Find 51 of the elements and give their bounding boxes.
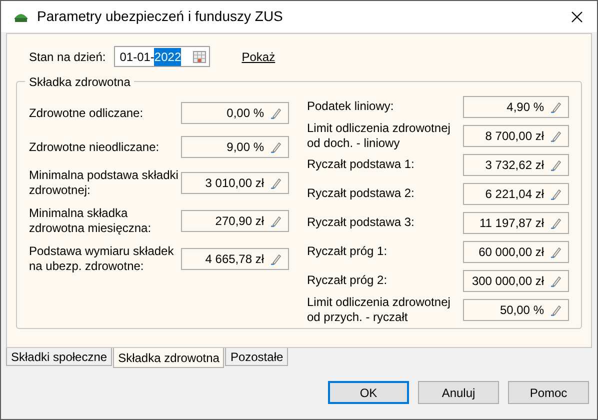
- value-field[interactable]: 6 221,04 zł: [463, 182, 569, 204]
- dialog-button[interactable]: OK: [328, 381, 409, 404]
- pencil-icon[interactable]: [270, 253, 282, 265]
- value-field[interactable]: 50,00 %: [463, 298, 569, 320]
- value-field[interactable]: 60 000,00 zł: [463, 240, 569, 262]
- field-label: Limit odliczenia zdrowotnej od doch. - liniowy: [307, 120, 452, 150]
- field-label: Ryczałt podstawa 3:: [307, 215, 416, 230]
- pencil-icon[interactable]: [550, 188, 562, 200]
- field-label: Zdrowotne nieodliczane:: [29, 140, 160, 154]
- value-field[interactable]: 300 000,00 zł: [463, 270, 569, 292]
- pencil-icon[interactable]: [270, 177, 282, 189]
- calendar-icon[interactable]: [192, 50, 206, 62]
- tab[interactable]: Składki społeczne: [6, 348, 112, 366]
- field-label: Podatek liniowy:: [307, 99, 395, 114]
- pencil-icon[interactable]: [550, 100, 562, 112]
- value-field[interactable]: 3 732,62 zł: [463, 154, 569, 176]
- tab[interactable]: Składka zdrowotna: [113, 348, 224, 368]
- show-link[interactable]: Pokaż: [242, 48, 276, 66]
- field-label: Minimalna podstawa składki zdrowotnej:: [29, 168, 180, 198]
- pencil-icon[interactable]: [270, 141, 282, 153]
- value-field[interactable]: 3 010,00 zł: [181, 172, 289, 194]
- close-icon[interactable]: [571, 10, 583, 22]
- field-label: Ryczałt podstawa 2:: [307, 186, 416, 201]
- field-label: Minimalna składka zdrowotna miesięczna:: [29, 206, 152, 236]
- value-field[interactable]: 270,90 zł: [181, 210, 289, 232]
- pencil-icon[interactable]: [550, 274, 562, 286]
- dialog-button[interactable]: Anuluj: [418, 381, 499, 404]
- field-label: Limit odliczenia zdrowotnej od przych. - ryczałt: [307, 294, 452, 324]
- field-label: Ryczałt próg 1:: [307, 244, 388, 259]
- value-field[interactable]: 4,90 %: [463, 96, 569, 118]
- value-field[interactable]: 4 665,78 zł: [181, 248, 289, 270]
- pencil-icon[interactable]: [550, 130, 562, 142]
- field-label: Ryczałt podstawa 1:: [307, 157, 416, 172]
- date-label: Stan na dzień:: [29, 48, 106, 66]
- pencil-icon[interactable]: [270, 107, 282, 119]
- value-field[interactable]: 9,00 %: [181, 136, 289, 158]
- window-title: Parametry ubezpieczeń i funduszy ZUS: [37, 7, 283, 26]
- pencil-icon[interactable]: [550, 158, 562, 170]
- field-label: Ryczałt próg 2:: [307, 273, 388, 288]
- tab[interactable]: Pozostałe: [225, 348, 288, 366]
- dialog-button[interactable]: Pomoc: [508, 381, 589, 404]
- field-label: Zdrowotne odliczane:: [29, 106, 144, 120]
- pencil-icon[interactable]: [550, 246, 562, 258]
- pencil-icon[interactable]: [550, 304, 562, 316]
- value-field[interactable]: 11 197,87 zł: [463, 212, 569, 234]
- date-field[interactable]: 01-01-2022: [114, 46, 210, 67]
- pencil-icon[interactable]: [270, 215, 282, 227]
- field-label: Podstawa wymiaru składek na ubezp. zdrowotne:: [29, 244, 175, 274]
- value-field[interactable]: 8 700,00 zł: [463, 124, 569, 146]
- pencil-icon[interactable]: [550, 216, 562, 228]
- value-field[interactable]: 0,00 %: [181, 102, 289, 124]
